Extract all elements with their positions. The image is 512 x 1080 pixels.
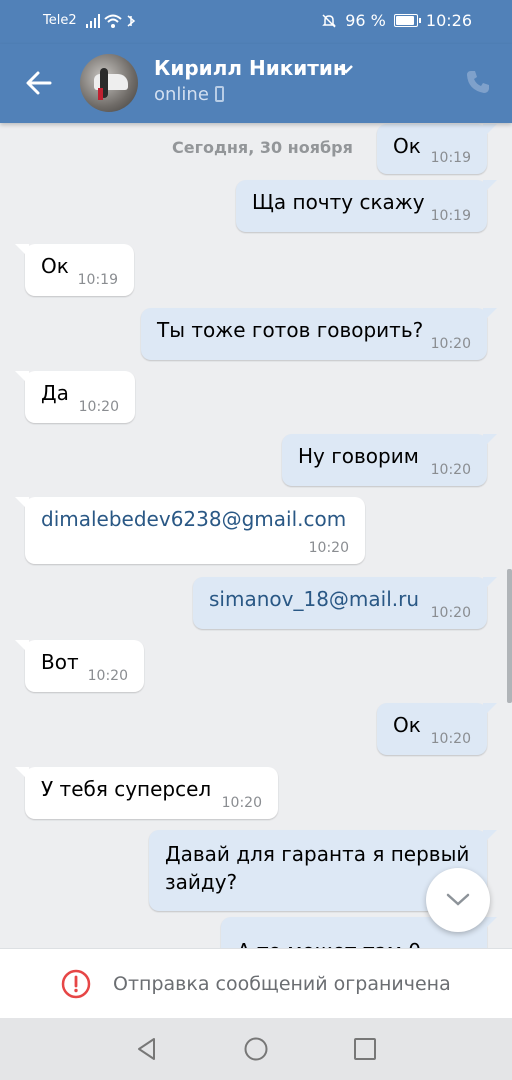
online-status-text: online <box>154 84 209 105</box>
clock: 10:26 <box>425 11 472 30</box>
message-time: 10:19 <box>77 272 118 288</box>
nav-home-icon[interactable] <box>243 1036 269 1062</box>
message-text: Вот <box>41 650 79 674</box>
message-outgoing[interactable]: Ок 10:19 <box>377 124 497 174</box>
message-incoming[interactable]: У тебя суперсел 10:20 <box>15 767 278 819</box>
nav-recents-icon[interactable] <box>352 1036 378 1062</box>
back-arrow-icon[interactable] <box>22 66 56 100</box>
messaging-restricted-banner: Отправка сообщений ограничена <box>0 948 512 1018</box>
message-time: 10:20 <box>87 668 128 684</box>
battery-percent: 96 % <box>345 11 386 30</box>
message-list[interactable]: Сегодня, 30 ноября Ок 10:19 Ща почту ска… <box>0 123 512 948</box>
message-time: 10:20 <box>430 605 471 621</box>
message-time: 10:20 <box>78 399 119 415</box>
message-incoming[interactable]: Ок 10:19 <box>15 244 134 296</box>
scroll-down-button[interactable] <box>426 868 490 932</box>
alert-icon <box>61 969 91 999</box>
email-link[interactable]: simanov_18@mail.ru <box>209 587 419 611</box>
message-time: 10:20 <box>430 336 471 352</box>
online-status: online <box>154 84 224 105</box>
mobile-icon <box>214 86 224 102</box>
carrier-label: Tele2 <box>43 13 77 28</box>
email-link[interactable]: dimalebedev6238@gmail.com <box>41 507 346 531</box>
message-text: А то может там 0 <box>237 939 421 948</box>
chevron-down-icon[interactable] <box>338 64 354 74</box>
battery-icon <box>393 14 421 27</box>
message-time: 10:20 <box>430 462 471 478</box>
message-text: Да <box>41 381 69 405</box>
message-time: 10:20 <box>308 540 349 556</box>
message-time: 10:20 <box>430 731 471 747</box>
nav-back-icon[interactable] <box>134 1036 160 1062</box>
chat-header: Кирилл Никитин online <box>0 44 512 123</box>
chevron-down-icon <box>446 893 470 906</box>
status-bar: Tele2 96 % 10:26 <box>0 0 512 44</box>
message-text: Ок <box>393 713 421 737</box>
mute-bell-icon <box>322 13 337 28</box>
message-outgoing[interactable]: Ок 10:20 <box>377 703 497 755</box>
message-outgoing[interactable]: Ща почту скажу 10:19 <box>236 180 497 232</box>
message-text: Ну говорим <box>298 444 419 468</box>
date-separator: Сегодня, 30 ноября <box>172 138 353 157</box>
message-incoming[interactable]: Да 10:20 <box>15 371 135 423</box>
wifi-icon <box>104 14 136 28</box>
phone-icon[interactable] <box>464 68 492 96</box>
signal-icon <box>86 14 100 28</box>
message-text: Ты тоже готов говорить? <box>157 318 424 342</box>
message-incoming[interactable]: Вот 10:20 <box>15 640 144 692</box>
restriction-text: Отправка сообщений ограничена <box>113 973 451 995</box>
scrollbar[interactable] <box>507 569 512 703</box>
contact-name[interactable]: Кирилл Никитин <box>154 56 347 80</box>
message-outgoing[interactable]: Ну говорим 10:20 <box>282 434 497 486</box>
message-text: Ок <box>41 254 69 278</box>
message-text: У тебя суперсел <box>41 777 212 801</box>
message-time: 10:19 <box>430 150 471 166</box>
message-time: 10:20 <box>221 795 262 811</box>
avatar[interactable] <box>80 54 138 112</box>
message-incoming[interactable]: dimalebedev6238@gmail.com 10:20 <box>15 497 365 564</box>
message-outgoing[interactable]: Ты тоже готов говорить? 10:20 <box>141 308 497 360</box>
message-text: Ща почту скажу <box>252 190 425 214</box>
system-nav-bar <box>0 1018 512 1080</box>
message-outgoing[interactable]: simanov_18@mail.ru 10:20 <box>193 577 497 629</box>
message-time: 10:19 <box>430 208 471 224</box>
message-text: Давай для гаранта я первый зайду? <box>165 842 470 894</box>
message-text: Ок <box>393 134 421 158</box>
